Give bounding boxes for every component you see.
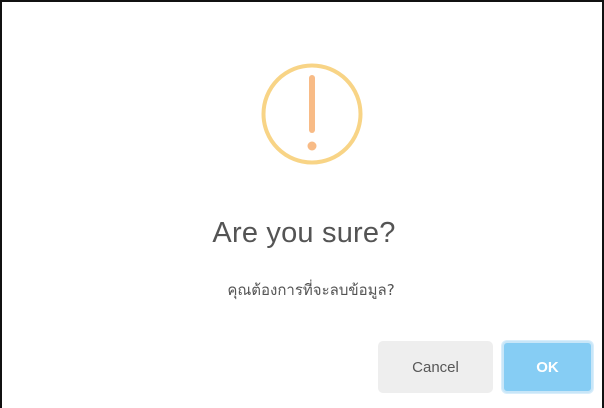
alert-dialog: Are you sure? คุณต้องการที่จะลบข้อมูล? C…: [0, 0, 604, 408]
ok-button[interactable]: OK: [502, 341, 593, 393]
cancel-button[interactable]: Cancel: [378, 341, 493, 393]
warning-exclamation-icon: [261, 63, 363, 165]
dialog-title: Are you sure?: [212, 217, 396, 249]
dialog-message: คุณต้องการที่จะลบข้อมูล?: [227, 281, 395, 299]
